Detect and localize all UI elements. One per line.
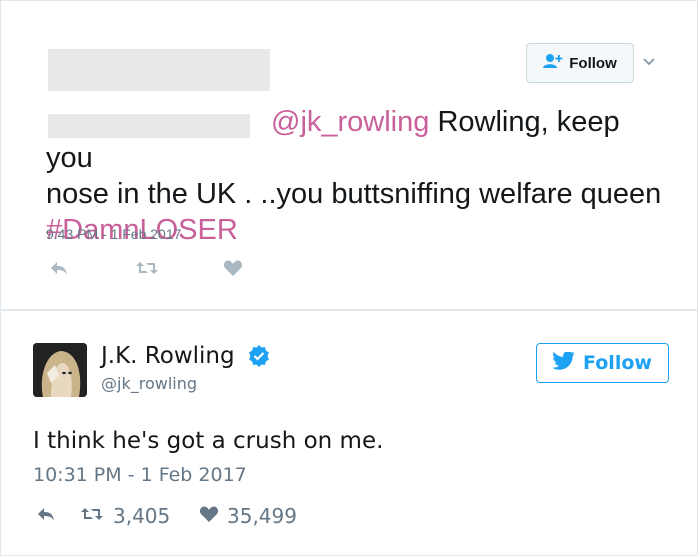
tweet-text-part: nose in the UK . ..you buttsniffing welf…: [46, 178, 662, 210]
user-handle[interactable]: @jk_rowling: [101, 374, 197, 393]
tweet-card-2: J.K. Rowling @jk_rowling Follow I think …: [0, 310, 698, 556]
verified-badge-icon: [247, 344, 271, 372]
retweet-button[interactable]: 3,405: [79, 504, 170, 528]
redacted-name: [48, 49, 270, 91]
add-user-icon: [543, 53, 563, 73]
avatar[interactable]: [33, 343, 87, 397]
like-button[interactable]: 35,499: [199, 504, 297, 528]
tweet-text: I think he's got a crush on me.: [33, 428, 384, 454]
follow-label: Follow: [583, 352, 652, 374]
like-icon[interactable]: [223, 259, 243, 281]
retweet-icon: [79, 504, 105, 528]
mention-link[interactable]: @jk_rowling: [271, 106, 429, 138]
follow-button[interactable]: Follow: [526, 43, 634, 83]
timestamp[interactable]: 9:43 PM - 1 Feb 2017: [46, 226, 181, 242]
chevron-down-icon[interactable]: [641, 53, 657, 69]
reply-icon[interactable]: [49, 259, 69, 281]
like-icon: [199, 504, 219, 528]
follow-button[interactable]: Follow: [536, 343, 669, 383]
display-name[interactable]: J.K. Rowling: [101, 343, 235, 369]
bird-icon: [552, 350, 575, 375]
reply-icon: [35, 504, 57, 528]
timestamp[interactable]: 10:31 PM - 1 Feb 2017: [33, 464, 247, 486]
like-count: 35,499: [227, 504, 297, 528]
tweet-card-1: Follow @jk_rowling Rowling, keep you nos…: [0, 0, 698, 310]
follow-label: Follow: [569, 54, 617, 72]
reply-button[interactable]: [35, 504, 57, 528]
retweet-count: 3,405: [113, 504, 171, 528]
retweet-icon[interactable]: [135, 259, 159, 281]
